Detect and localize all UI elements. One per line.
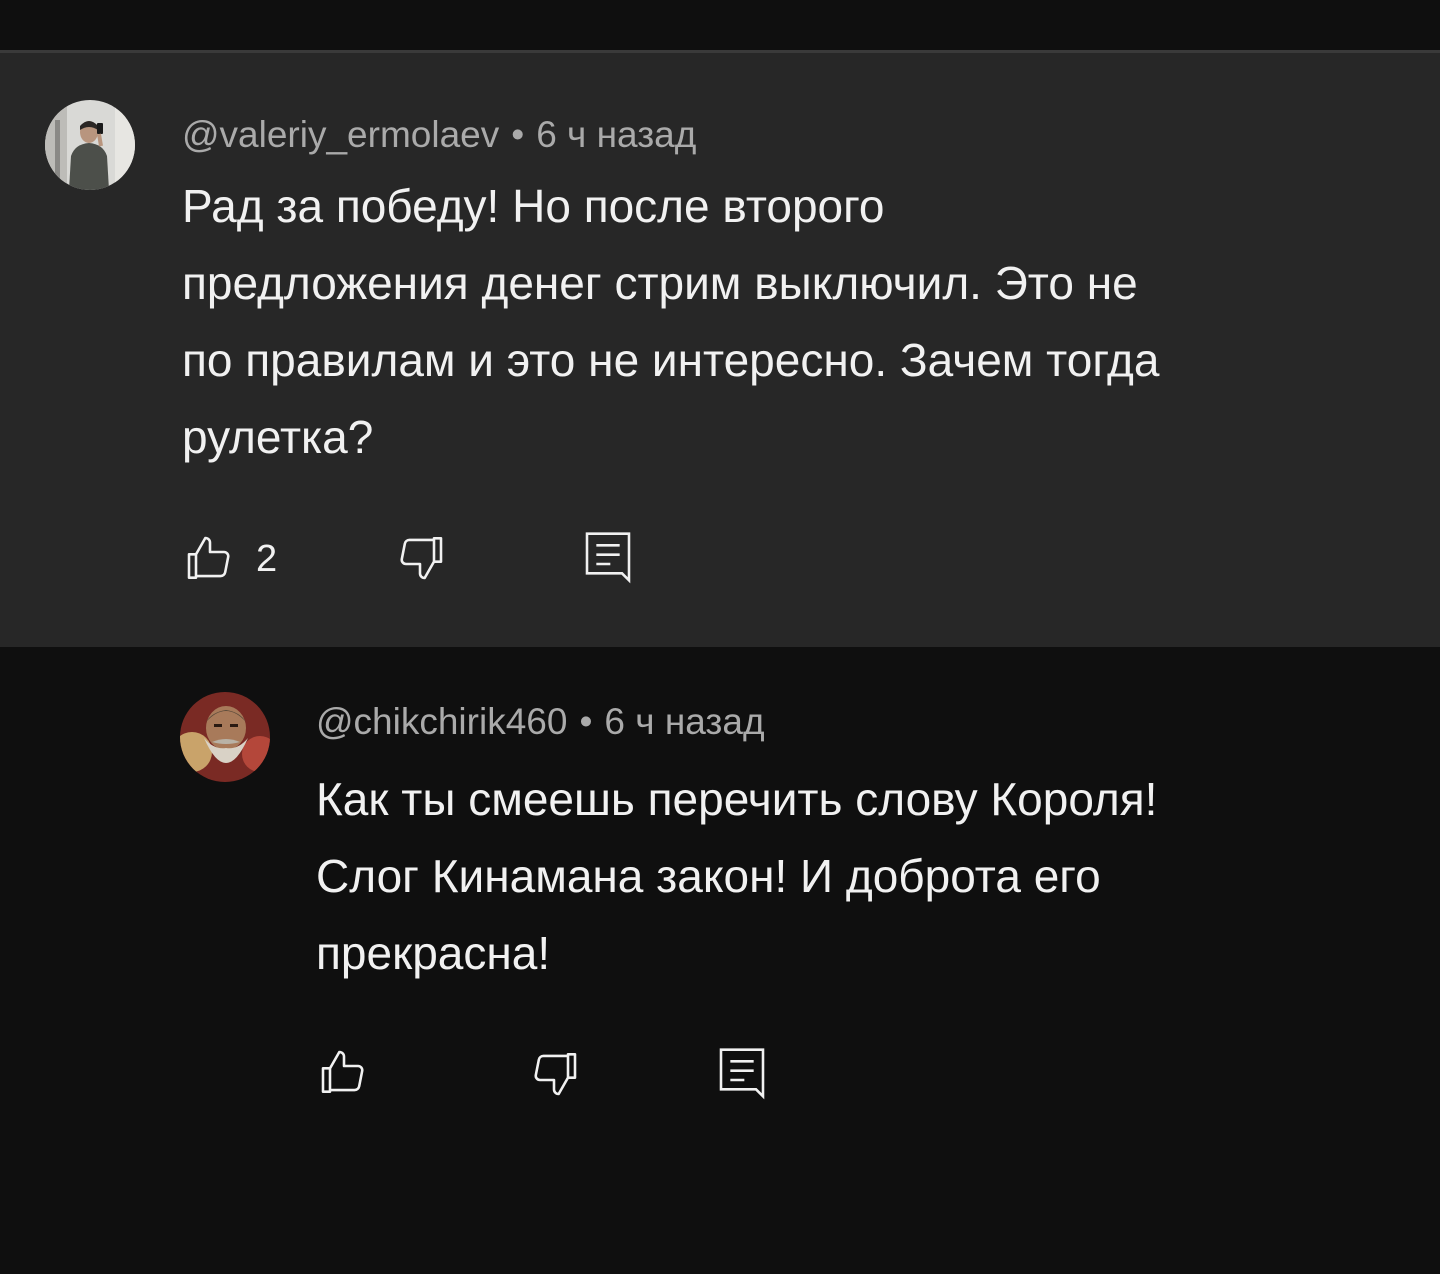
comment-line: по правилам и это не интересно. Зачем то… bbox=[182, 334, 1160, 386]
like-button[interactable] bbox=[316, 1045, 390, 1101]
person-photo-avatar-icon bbox=[45, 100, 135, 190]
avatar[interactable] bbox=[45, 100, 135, 190]
comment-line: Слог Кинамана закон! И доброта его bbox=[316, 850, 1101, 902]
comment-author[interactable]: @chikchirik460 bbox=[316, 701, 567, 742]
reply-comment-icon bbox=[719, 1048, 765, 1100]
thumb-down-icon bbox=[534, 1053, 577, 1096]
avatar[interactable] bbox=[180, 692, 270, 782]
like-button[interactable]: 2 bbox=[182, 529, 277, 589]
thumb-up-icon bbox=[187, 536, 230, 579]
comment-actions: 2 bbox=[182, 529, 642, 589]
top-bar bbox=[0, 0, 1440, 50]
dislike-button[interactable] bbox=[392, 529, 448, 585]
reply-button[interactable] bbox=[580, 529, 636, 585]
dislike-button[interactable] bbox=[526, 1045, 582, 1101]
reply-comment-icon bbox=[585, 532, 631, 584]
comment-text: Как ты смеешь перечить слову Короля! Сло… bbox=[316, 761, 1157, 992]
comment-line: рулетка? bbox=[182, 411, 374, 463]
like-count: 2 bbox=[256, 538, 278, 580]
comment-line: Рад за победу! Но после второго bbox=[182, 180, 885, 232]
reply-button[interactable] bbox=[714, 1045, 770, 1101]
comment-line: Как ты смеешь перечить слову Короля! bbox=[316, 773, 1158, 825]
meta-separator: • bbox=[579, 701, 593, 742]
comment-author[interactable]: @valeriy_ermolaev bbox=[182, 114, 499, 155]
meta-separator: • bbox=[511, 114, 525, 155]
thumb-up-icon bbox=[321, 1050, 364, 1093]
comment-meta: @chikchirik460 • 6 ч назад bbox=[316, 700, 765, 744]
comment-highlighted: @valeriy_ermolaev • 6 ч назад Рад за побед… bbox=[0, 53, 1440, 647]
comment-line: предложения денег стрим выключил. Это не bbox=[182, 257, 1138, 309]
comment-text: Рад за победу! Но после второго предложе… bbox=[182, 168, 1159, 476]
bearded-character-avatar-icon bbox=[180, 692, 270, 782]
comment-time: 6 ч назад bbox=[604, 701, 765, 742]
comment-line: прекрасна! bbox=[316, 927, 551, 979]
comment-meta: @valeriy_ermolaev • 6 ч назад bbox=[182, 113, 696, 157]
comment-time: 6 ч назад bbox=[536, 114, 697, 155]
comment-actions bbox=[316, 1045, 776, 1105]
comment-reply: @chikchirik460 • 6 ч назад Как ты смеешь п… bbox=[0, 647, 1440, 1274]
thumb-down-icon bbox=[400, 537, 443, 580]
